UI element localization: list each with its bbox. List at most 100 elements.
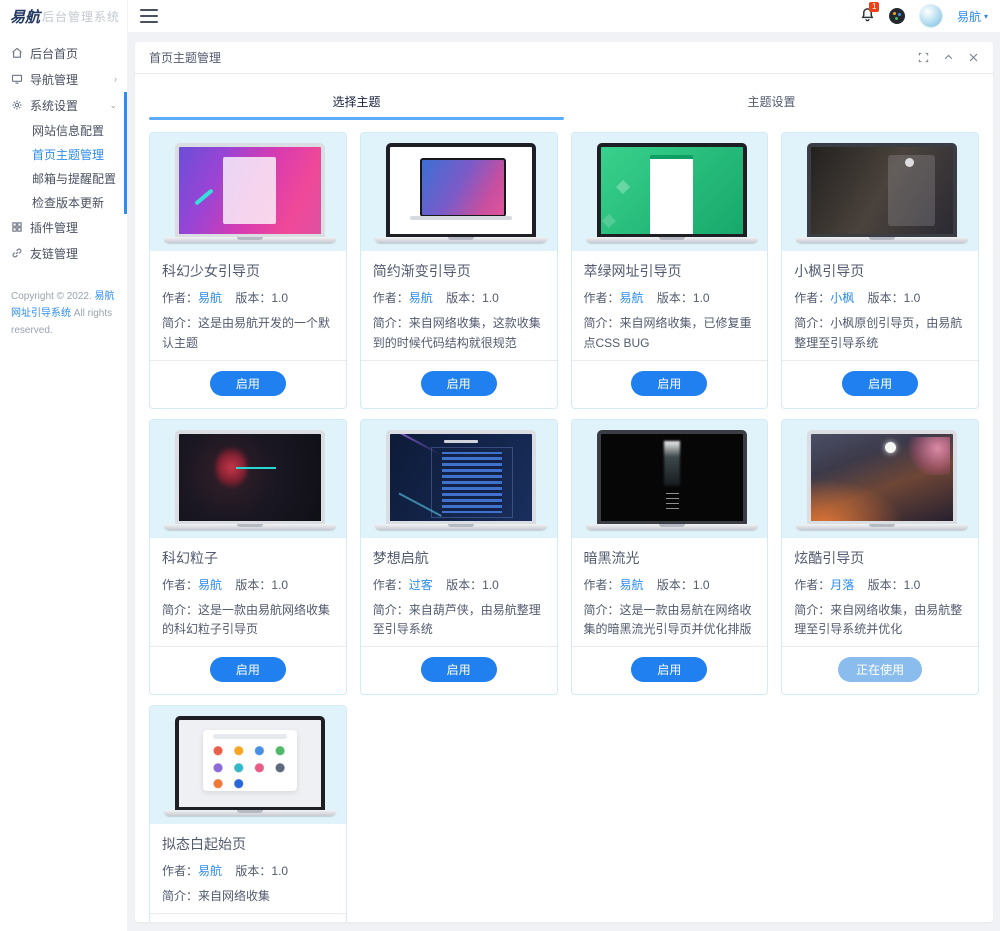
author-label: 作者： xyxy=(162,577,199,592)
tabs: 选择主题 主题设置 xyxy=(149,84,979,120)
screen-decoration xyxy=(904,158,914,168)
theme-version: 1.0 xyxy=(903,577,921,592)
theme-preview xyxy=(360,133,557,251)
tab-theme-settings[interactable]: 主题设置 xyxy=(564,84,979,120)
theme-version: 1.0 xyxy=(271,577,289,592)
sidebar-subitem-site-info[interactable]: 网站信息配置 xyxy=(0,118,127,142)
theme-meta: 作者：小枫 版本：1.0 xyxy=(794,289,966,306)
laptop-mockup xyxy=(164,429,336,530)
apply-theme-button[interactable]: 启用 xyxy=(209,370,286,396)
apply-theme-button[interactable]: 启用 xyxy=(842,370,919,396)
theme-palette-icon[interactable] xyxy=(888,8,905,24)
author-label: 作者： xyxy=(583,577,620,592)
theme-meta: 作者：易航 版本：1.0 xyxy=(584,576,756,593)
theme-actions: 启用 xyxy=(360,359,557,408)
link-icon xyxy=(10,247,23,260)
theme-name: 梦想启航 xyxy=(372,549,429,566)
theme-card: 简约渐变引导页 作者：易航 版本：1.0 简介：来自网络收集，这款收集到的时候代… xyxy=(359,132,558,409)
theme-author-link[interactable]: 易航 xyxy=(198,864,222,878)
theme-card: 梦想启航 作者：过客 版本：1.0 简介：来自葫芦侠，由易航整理至引导系统 启用 xyxy=(359,418,558,696)
apply-theme-button[interactable]: 启用 xyxy=(631,657,708,683)
tab-select-theme[interactable]: 选择主题 xyxy=(149,84,564,120)
theme-actions: 启用 xyxy=(571,359,768,408)
laptop-base xyxy=(164,523,336,530)
sidebar-item-system-settings[interactable]: 系统设置 ⌄ xyxy=(0,92,127,118)
theme-author-link[interactable]: 月落 xyxy=(830,578,854,592)
sidebar-item-dashboard[interactable]: 后台首页 xyxy=(0,40,127,66)
username: 易航 xyxy=(956,9,981,24)
theme-name: 拟态白起始页 xyxy=(162,836,246,853)
sidebar-subitem-version-check[interactable]: 检查版本更新 xyxy=(0,190,127,214)
apply-theme-button[interactable]: 启用 xyxy=(209,657,286,683)
laptop-base xyxy=(585,523,758,530)
caret-down-icon: ▾ xyxy=(983,11,988,21)
close-icon[interactable] xyxy=(968,52,979,63)
brand-name: 易航 xyxy=(10,9,41,26)
user-avatar[interactable] xyxy=(918,4,943,28)
theme-author-link[interactable]: 过客 xyxy=(409,578,433,592)
theme-info: 暗黑流光 作者：易航 版本：1.0 简介：这是一款由易航在网络收集的暗黑流光引导… xyxy=(572,538,768,647)
brand-logo: 易航 后台管理系统 xyxy=(0,0,127,32)
author-label: 作者： xyxy=(372,577,409,592)
theme-card: 萃绿网址引导页 作者：易航 版本：1.0 简介：来自网络收集，已修复重点CSS … xyxy=(570,132,769,409)
sidebar-subitem-email-config[interactable]: 邮箱与提醒配置 xyxy=(0,166,127,190)
laptop-mockup xyxy=(164,143,336,243)
theme-name: 暗黑流光 xyxy=(583,549,640,566)
theme-info: 萃绿网址引导页 作者：易航 版本：1.0 简介：来自网络收集，已修复重点CSS … xyxy=(572,251,768,360)
theme-card: 科幻粒子 作者：易航 版本：1.0 简介：这是一款由易航网络收集的科幻粒子引导页… xyxy=(149,418,347,696)
apply-theme-button[interactable]: 启用 xyxy=(420,370,497,396)
sidebar-item-label: 系统设置 xyxy=(30,98,79,113)
theme-author-link[interactable]: 易航 xyxy=(620,291,644,305)
theme-meta: 作者：易航 版本：1.0 xyxy=(584,289,756,306)
apply-theme-button[interactable]: 启用 xyxy=(420,657,497,683)
theme-management-panel: 首页主题管理 选择主题 主题设置 科幻少女引导页 作者：易航 版本：1.0 简介… xyxy=(135,42,993,922)
hamburger-menu-icon[interactable] xyxy=(140,9,158,23)
theme-actions: 启用 xyxy=(150,359,346,408)
theme-name: 科幻粒子 xyxy=(162,549,218,566)
sidebar-subitem-theme-management[interactable]: 首页主题管理 xyxy=(0,142,127,166)
theme-description: 简介：来自网络收集，这款收集到的时候代码结构就很规范 xyxy=(373,314,545,354)
theme-author-link[interactable]: 易航 xyxy=(409,291,433,305)
home-icon xyxy=(10,47,23,60)
apply-theme-button[interactable]: 正在使用 xyxy=(838,657,923,683)
apply-theme-button[interactable]: 启用 xyxy=(631,370,708,396)
theme-author-link[interactable]: 易航 xyxy=(198,578,222,592)
grid-icon xyxy=(10,221,23,234)
theme-actions: 正在使用 xyxy=(782,646,978,694)
app-root: 易航 后台管理系统 后台首页 导航管理 › 系统设置 ⌄ 网站信息配置 首页主题… xyxy=(0,0,1000,931)
laptop-base xyxy=(796,237,969,243)
theme-description: 简介：这是一款由易航网络收集的科幻粒子引导页 xyxy=(162,601,334,641)
theme-author-link[interactable]: 易航 xyxy=(198,291,222,305)
collapse-icon[interactable] xyxy=(943,52,954,63)
content: 首页主题管理 选择主题 主题设置 科幻少女引导页 作者：易航 版本：1.0 简介… xyxy=(128,32,1000,931)
desc-value: 来自网络收集 xyxy=(198,889,271,904)
laptop-mockup xyxy=(164,716,336,817)
panel-title: 首页主题管理 xyxy=(149,51,222,65)
theme-info: 炫酷引导页 作者：月落 版本：1.0 简介：来自网络收集，由易航整理至引导系统并… xyxy=(782,538,978,647)
sidebar-item-navigation[interactable]: 导航管理 › xyxy=(0,66,127,92)
author-label: 作者： xyxy=(162,864,199,879)
sidebar-item-label: 插件管理 xyxy=(30,220,79,235)
sidebar-item-label: 导航管理 xyxy=(30,72,79,87)
theme-version: 1.0 xyxy=(482,577,499,592)
fullscreen-icon[interactable] xyxy=(918,52,929,63)
theme-author-link[interactable]: 小枫 xyxy=(830,291,854,305)
version-label: 版本： xyxy=(656,291,693,305)
theme-version: 1.0 xyxy=(271,291,289,305)
panel-tools xyxy=(918,52,979,63)
sidebar-item-plugins[interactable]: 插件管理 xyxy=(0,214,127,240)
laptop-base xyxy=(374,523,547,530)
theme-info: 简约渐变引导页 作者：易航 版本：1.0 简介：来自网络收集，这款收集到的时候代… xyxy=(361,251,557,360)
monitor-icon xyxy=(10,73,23,86)
theme-author-link[interactable]: 易航 xyxy=(620,578,644,592)
sidebar-item-friend-links[interactable]: 友链管理 xyxy=(0,240,127,266)
laptop-screen xyxy=(596,143,747,237)
desc-label: 简介： xyxy=(372,316,409,330)
theme-card: 炫酷引导页 作者：月落 版本：1.0 简介：来自网络收集，由易航整理至引导系统并… xyxy=(781,418,979,696)
version-label: 版本： xyxy=(867,291,904,305)
desc-label: 简介： xyxy=(794,602,831,617)
theme-actions: 启用 xyxy=(360,646,557,694)
notification-bell-icon[interactable]: 1 xyxy=(860,2,880,25)
laptop-mockup xyxy=(796,143,969,243)
user-menu[interactable]: 易航 ▾ xyxy=(957,8,988,25)
